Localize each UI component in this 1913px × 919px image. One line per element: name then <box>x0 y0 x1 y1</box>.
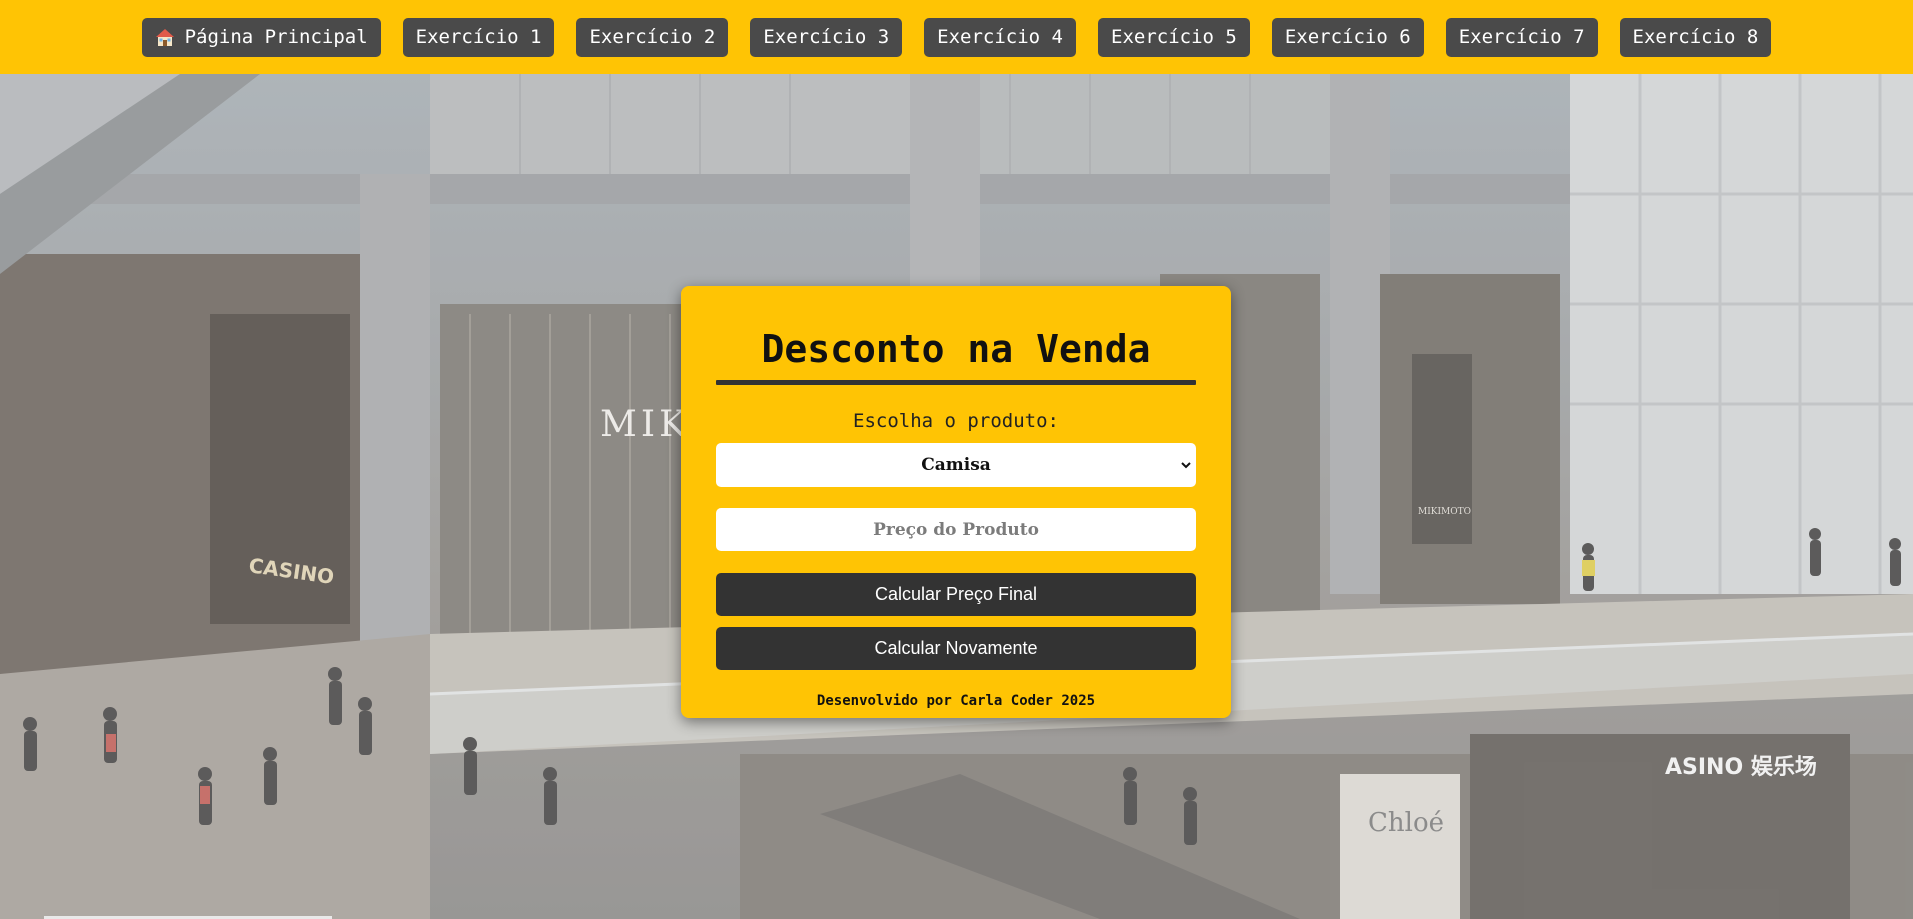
nav-exercise-1-button[interactable]: Exercício 1 <box>402 17 555 57</box>
product-label: Escolha o produto: <box>853 410 1059 432</box>
top-navigation: Página Principal Exercício 1 Exercício 2… <box>0 0 1913 74</box>
product-select-value: Camisa <box>921 455 991 475</box>
nav-exercise-3-button[interactable]: Exercício 3 <box>750 17 903 57</box>
nav-home-button[interactable]: Página Principal <box>141 17 381 57</box>
page-title: Desconto na Venda <box>761 327 1151 371</box>
product-select[interactable]: Camisa <box>716 443 1196 487</box>
discount-card: Desconto na Venda Escolha o produto: Cam… <box>681 286 1231 718</box>
chevron-down-icon <box>1181 462 1191 469</box>
nav-exercise-6-button[interactable]: Exercício 6 <box>1271 17 1424 57</box>
nav-exercise-2-button[interactable]: Exercício 2 <box>576 17 729 57</box>
nav-exercise-4-button[interactable]: Exercício 4 <box>924 17 1077 57</box>
nav-home-label: Página Principal <box>184 26 368 48</box>
title-divider <box>716 380 1196 385</box>
calculate-again-button[interactable]: Calcular Novamente <box>716 627 1196 670</box>
home-icon <box>155 29 174 46</box>
price-input[interactable] <box>716 508 1196 551</box>
nav-exercise-5-button[interactable]: Exercício 5 <box>1098 17 1250 57</box>
footer-credit: Desenvolvido por Carla Coder 2025 <box>816 693 1096 709</box>
calculate-final-price-button[interactable]: Calcular Preço Final <box>716 573 1196 616</box>
nav-exercise-8-button[interactable]: Exercício 8 <box>1619 17 1772 57</box>
nav-exercise-7-button[interactable]: Exercício 7 <box>1445 17 1598 57</box>
